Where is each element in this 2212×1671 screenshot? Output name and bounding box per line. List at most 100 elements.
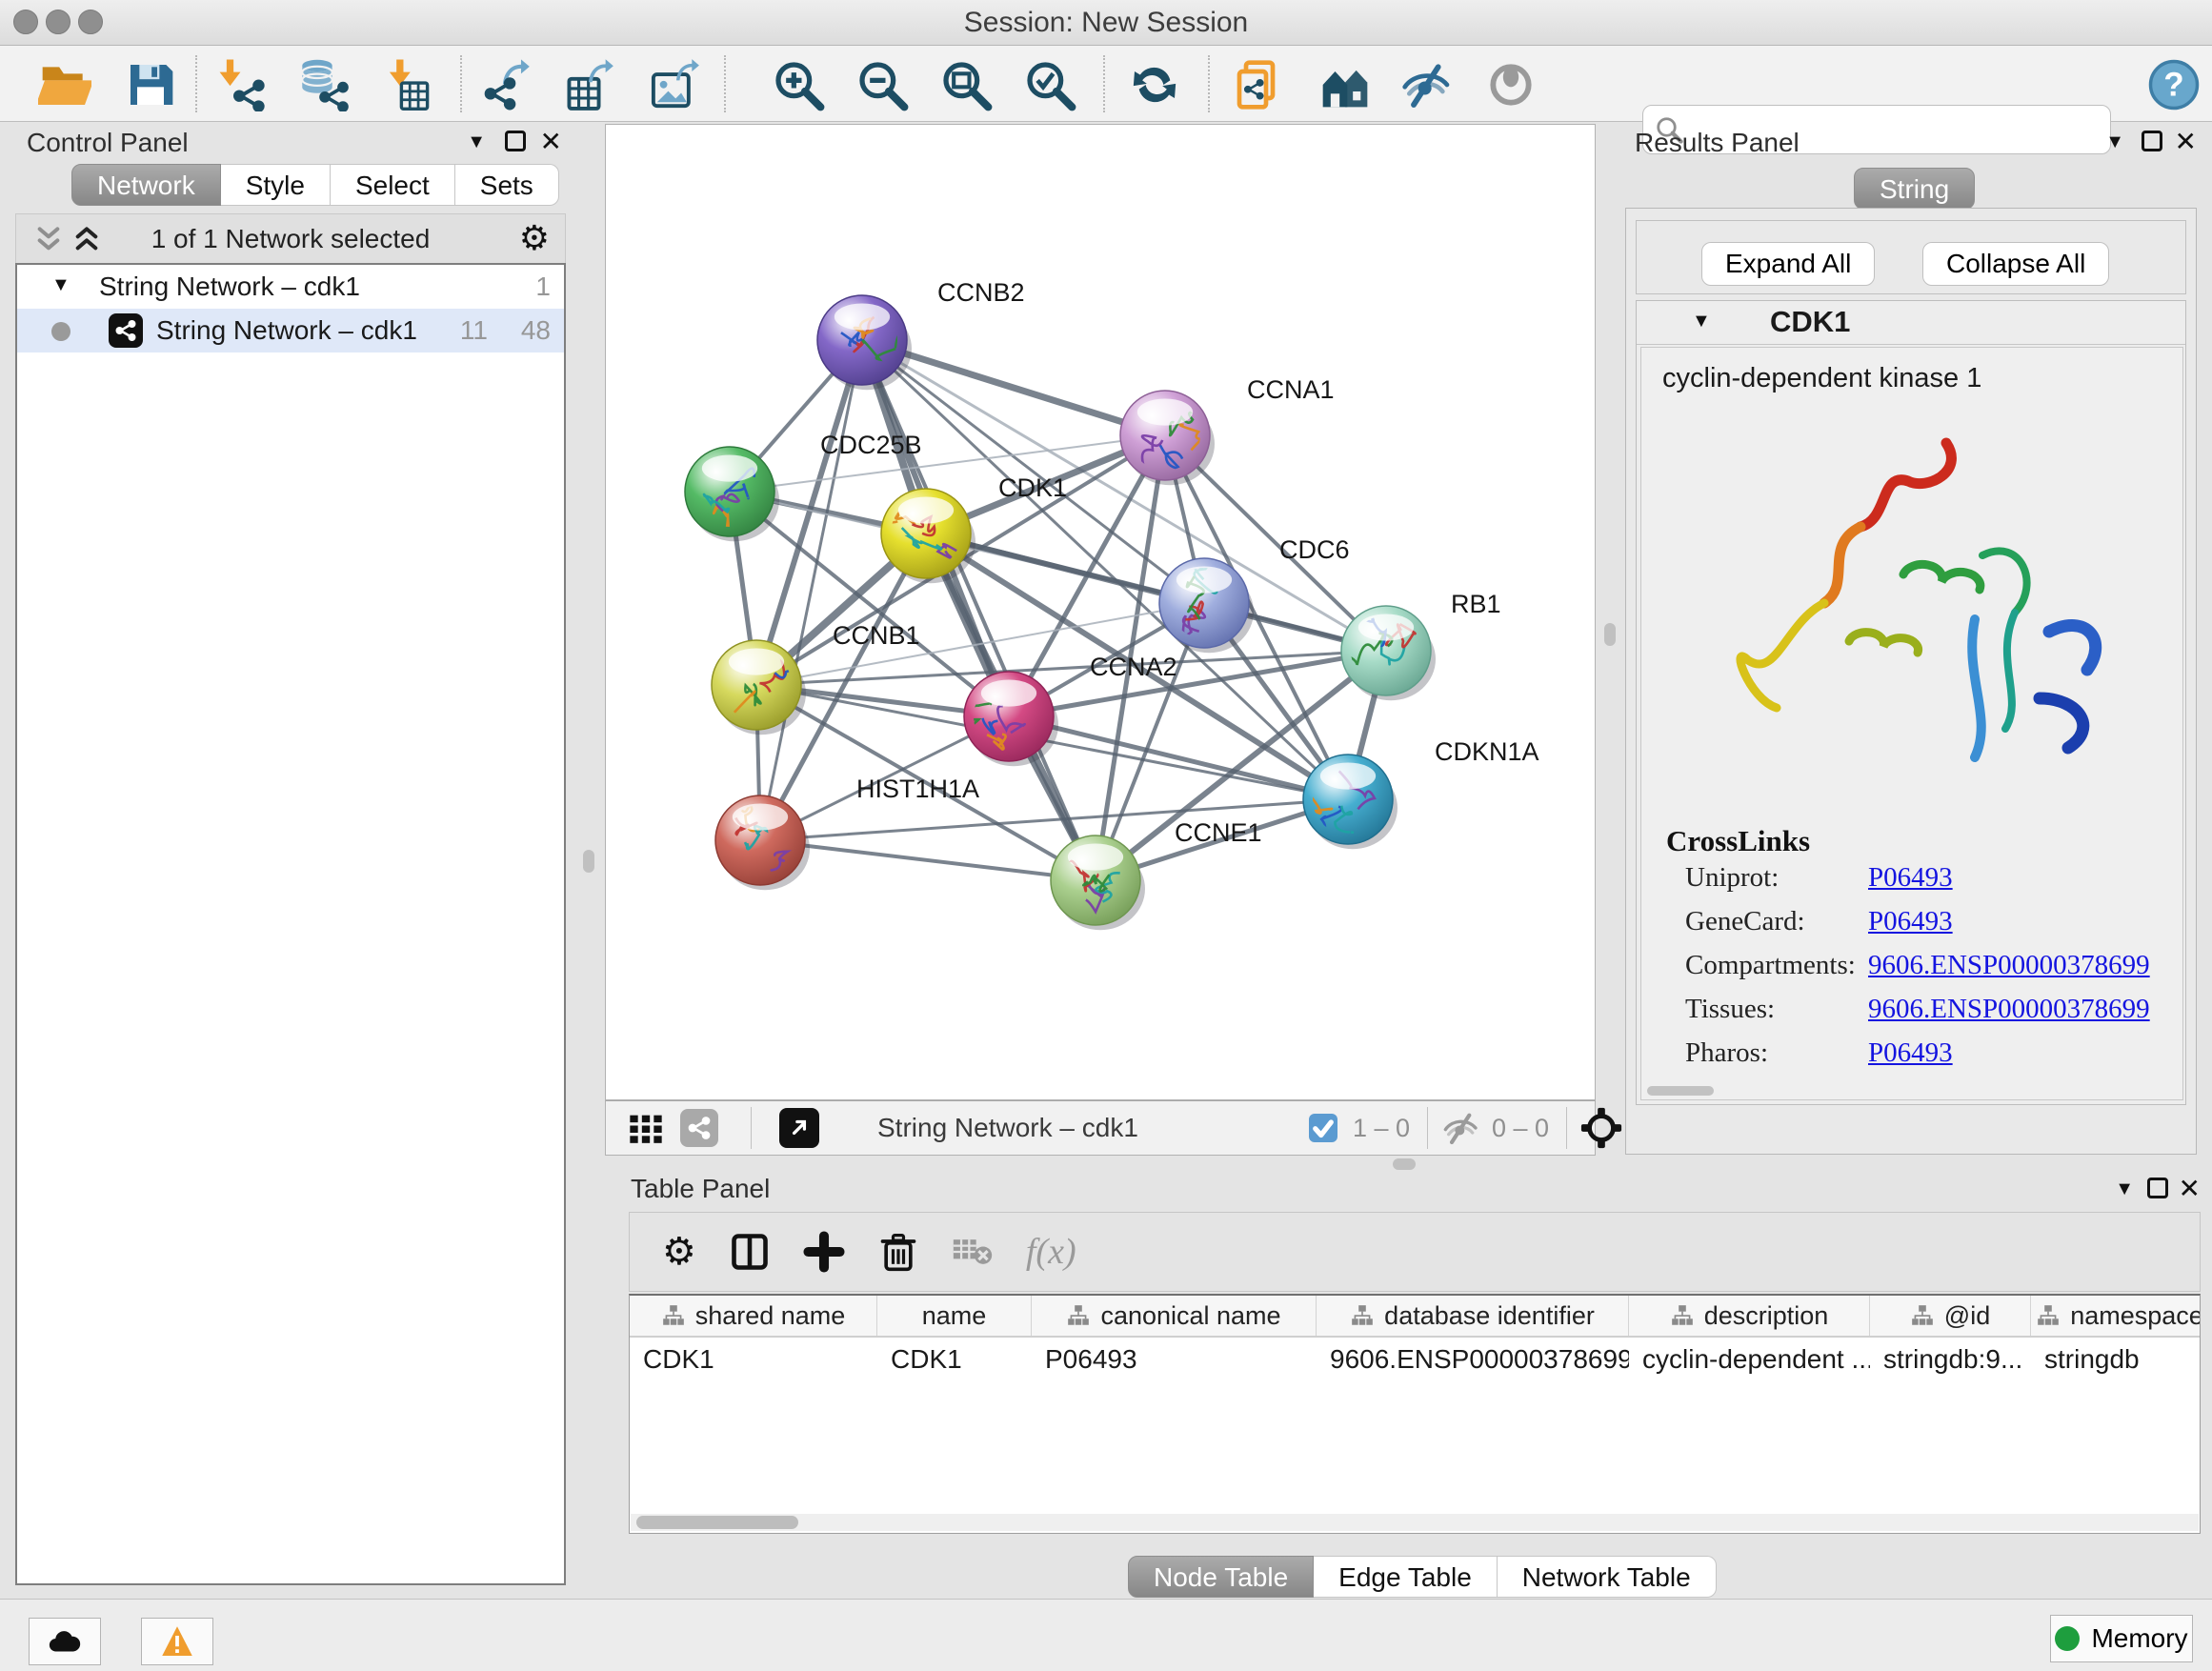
collapse-all-button[interactable]: Collapse All [1922, 242, 2109, 286]
tab-sets[interactable]: Sets [455, 164, 559, 206]
delete-column-button[interactable] [877, 1231, 919, 1273]
crosslink-link[interactable]: P06493 [1868, 862, 1953, 894]
gear-icon[interactable]: ⚙ [519, 218, 550, 258]
panel-menu-caret-icon[interactable]: ▼ [467, 131, 486, 153]
bottom-splitter-handle[interactable] [1393, 1158, 1416, 1170]
crosslink-link[interactable]: P06493 [1868, 1037, 1953, 1069]
column-header-description[interactable]: description [1629, 1296, 1870, 1336]
tab-string[interactable]: String [1854, 168, 1975, 210]
crosslink-label: Tissues: [1685, 994, 1775, 1025]
network-row-selected[interactable]: String Network – cdk1 11 48 [17, 309, 564, 352]
left-splitter-handle[interactable] [583, 850, 594, 873]
tab-network[interactable]: Network [71, 164, 221, 206]
column-header-name[interactable]: name [877, 1296, 1032, 1336]
hierarchy-icon [1350, 1303, 1375, 1328]
crosslink-link[interactable]: 9606.ENSP00000378699 [1868, 994, 2150, 1025]
tab-edge-table[interactable]: Edge Table [1314, 1556, 1498, 1598]
panel-float-button[interactable] [2147, 1178, 2168, 1198]
column-header-id[interactable]: @id [1870, 1296, 2031, 1336]
tree-caret-icon[interactable]: ▼ [51, 274, 70, 296]
network-collection-row[interactable]: ▼ String Network – cdk1 1 [17, 265, 564, 309]
network-edge[interactable] [760, 340, 862, 840]
zoom-out-button[interactable] [854, 56, 911, 113]
memory-button[interactable]: Memory [2050, 1615, 2193, 1662]
cell-id[interactable]: stringdb:9... [1870, 1338, 2031, 1381]
show-columns-button[interactable] [729, 1231, 771, 1273]
warnings-button[interactable] [141, 1618, 213, 1665]
import-table-button[interactable] [379, 56, 436, 113]
import-network-file-button[interactable] [211, 56, 269, 113]
clone-network-button[interactable] [1231, 56, 1288, 113]
scrollbar-thumb[interactable] [636, 1516, 798, 1529]
column-header-namespace[interactable]: namespace [2031, 1296, 2201, 1336]
toolbar-separator [724, 55, 726, 112]
expand-all-button[interactable]: Expand All [1701, 242, 1875, 286]
cell-canonical-name[interactable]: P06493 [1032, 1338, 1317, 1381]
network-node-RB1[interactable] [1341, 603, 1436, 701]
refresh-button[interactable] [1126, 56, 1183, 113]
table-horizontal-scrollbar[interactable] [631, 1514, 2199, 1531]
panel-menu-caret-icon[interactable]: ▼ [2115, 1178, 2134, 1200]
hide-selection-button[interactable] [1398, 56, 1456, 113]
export-image-button[interactable] [648, 56, 705, 113]
birds-eye-view-button[interactable] [779, 1101, 819, 1155]
import-network-database-button[interactable] [295, 56, 352, 113]
cloud-button[interactable] [29, 1618, 101, 1665]
panel-float-button[interactable] [505, 131, 526, 151]
export-table-button[interactable] [562, 56, 619, 113]
add-column-button[interactable] [803, 1231, 845, 1273]
zoom-fit-button[interactable] [937, 56, 995, 113]
network-canvas[interactable]: CCNB2CCNA1CDC25BCDK1CDC6RB1CCNB1CCNA2CDK… [605, 124, 1596, 1100]
cell-name[interactable]: CDK1 [877, 1338, 1032, 1381]
zoom-selected-button[interactable] [1021, 56, 1078, 113]
crosshair-button[interactable] [1579, 1101, 1623, 1155]
entry-horizontal-scrollbar[interactable] [1647, 1086, 1714, 1096]
entry-caret-icon[interactable]: ▼ [1692, 311, 1711, 332]
zoom-in-button[interactable] [770, 56, 827, 113]
cell-shared-name[interactable]: CDK1 [630, 1338, 877, 1381]
crosslink-link[interactable]: P06493 [1868, 906, 1953, 937]
control-panel-tabs: Network Style Select Sets [71, 164, 559, 206]
function-builder-button[interactable]: f(x) [1026, 1231, 1076, 1273]
tab-node-table[interactable]: Node Table [1128, 1556, 1314, 1598]
network-node-CDC25B[interactable] [685, 447, 779, 541]
network-edge[interactable] [760, 840, 1096, 880]
show-selection-button[interactable] [1482, 56, 1539, 113]
column-header-canonical-name[interactable]: canonical name [1032, 1296, 1317, 1336]
panel-close-button[interactable]: ✕ [2175, 126, 2197, 157]
selected-checkbox-icon[interactable] [1306, 1101, 1340, 1155]
hidden-eye-icon[interactable] [1442, 1101, 1480, 1155]
network-node-CDK1[interactable] [881, 489, 975, 583]
column-header-database-identifier[interactable]: database identifier [1317, 1296, 1629, 1336]
clear-table-button[interactable] [952, 1231, 994, 1273]
network-node-CCNA1[interactable] [1120, 391, 1215, 485]
export-network-button[interactable] [478, 56, 535, 113]
tab-network-table[interactable]: Network Table [1498, 1556, 1717, 1598]
network-node-CCNA2[interactable] [963, 672, 1058, 766]
table-row[interactable]: CDK1 CDK1 P06493 9606.ENSP00000378699 cy… [630, 1338, 2200, 1381]
tab-select[interactable]: Select [331, 164, 455, 206]
network-node-HIST1H1A[interactable] [715, 795, 810, 890]
right-splitter-handle[interactable] [1604, 623, 1616, 646]
network-node-CDKN1A[interactable] [1292, 755, 1398, 849]
cell-namespace[interactable]: stringdb [2031, 1338, 2201, 1381]
panel-close-button[interactable]: ✕ [2179, 1173, 2201, 1204]
network-node-CDC6[interactable] [1159, 558, 1254, 653]
tab-style[interactable]: Style [221, 164, 331, 206]
save-session-button[interactable] [122, 56, 179, 113]
panel-close-button[interactable]: ✕ [540, 126, 562, 157]
panel-float-button[interactable] [2142, 131, 2162, 151]
network-node-CCNB1[interactable] [712, 640, 811, 756]
help-button[interactable]: ? [2145, 56, 2202, 113]
houses-button[interactable] [1317, 56, 1374, 113]
grid-view-button[interactable] [627, 1101, 665, 1155]
node-entry-header[interactable]: ▼ CDK1 [1637, 301, 2185, 345]
table-settings-gear-icon[interactable]: ⚙ [662, 1230, 696, 1274]
column-header-shared-name[interactable]: shared name [630, 1296, 877, 1336]
open-session-button[interactable] [36, 56, 93, 113]
crosslink-link[interactable]: 9606.ENSP00000378699 [1868, 950, 2150, 981]
network-view-button[interactable] [680, 1101, 718, 1155]
cell-database-identifier[interactable]: 9606.ENSP00000378699 [1317, 1338, 1629, 1381]
panel-menu-caret-icon[interactable]: ▼ [2105, 131, 2124, 153]
cell-description[interactable]: cyclin-dependent ... [1629, 1338, 1870, 1381]
